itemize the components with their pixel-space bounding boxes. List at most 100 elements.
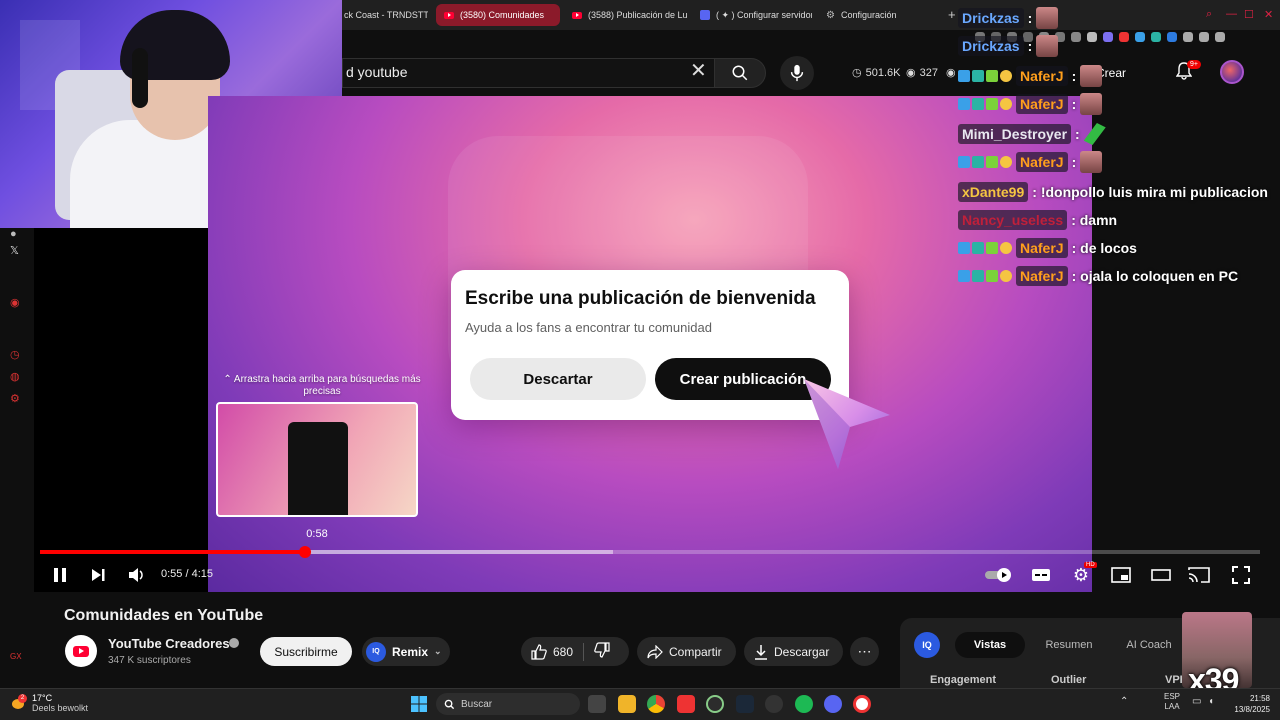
channel-avatar[interactable] [65, 635, 97, 667]
autoplay-toggle[interactable] [984, 564, 1014, 586]
record-icon[interactable]: ◉ [10, 296, 20, 309]
clear-search-icon[interactable]: ✕ [690, 61, 707, 81]
taskbar-search-label: Buscar [461, 698, 493, 710]
mute-button[interactable] [126, 564, 148, 586]
app-icon[interactable] [677, 695, 695, 713]
chat-username[interactable]: Nancy_useless [958, 210, 1068, 230]
remix-button[interactable]: IQ Remix ⌄ [362, 637, 450, 666]
chat-badges [958, 270, 1012, 282]
windows-taskbar [0, 688, 1280, 720]
cast-button[interactable] [1188, 564, 1210, 586]
download-button[interactable]: Descargar [744, 637, 843, 666]
fullscreen-button[interactable] [1230, 564, 1252, 586]
search-input[interactable]: d youtube [346, 64, 408, 80]
theater-mode-button[interactable] [1150, 564, 1172, 586]
voice-search-button[interactable] [780, 56, 814, 90]
chat-badge-icon [958, 70, 970, 82]
more-actions-button[interactable]: ⋯ [850, 637, 879, 666]
scrubber-handle[interactable] [299, 546, 311, 558]
tab-black-coast[interactable]: ck Coast - TRNDSTTR [336, 4, 428, 26]
chat-username[interactable]: NaferJ [1016, 152, 1068, 172]
search-button[interactable] [714, 58, 766, 88]
miniplayer-button[interactable] [1110, 564, 1132, 586]
dislike-button[interactable] [594, 642, 610, 661]
tab-publicacion[interactable]: (3588) Publicación de Lu [564, 4, 688, 26]
chat-badge-icon [972, 242, 984, 254]
clock-time: 21:58 [1249, 694, 1270, 703]
progress-bar[interactable] [40, 550, 1260, 554]
chat-message: NaferJ: [958, 64, 1103, 88]
eye-icon: ◉ [906, 67, 916, 79]
tray-chevron-icon[interactable]: ⌃ [1120, 697, 1128, 707]
chat-icon[interactable]: ◍ [10, 370, 20, 383]
video-title: Comunidades en YouTube [64, 607, 264, 624]
settings-icon[interactable]: ⚙ [10, 392, 20, 405]
chat-text: : [1027, 10, 1033, 26]
network-icon[interactable]: ▭ [1192, 697, 1201, 707]
tab-label: ( ✦ ) Configurar servidor [716, 9, 812, 20]
discord-icon[interactable] [824, 695, 842, 713]
steam-icon[interactable] [736, 695, 754, 713]
tab-comunidades[interactable]: (3580) Comunidades [436, 4, 560, 26]
channel-name[interactable]: YouTube Creadores [108, 636, 230, 651]
chrome-icon[interactable] [647, 695, 665, 713]
chat-badges [958, 242, 1012, 254]
chat-badge-icon [986, 270, 998, 282]
history-icon[interactable]: ◷ [10, 348, 20, 361]
chat-badges [958, 98, 1012, 110]
share-icon [647, 644, 663, 659]
tab-configuracion[interactable]: ⚙ Configuración [818, 4, 928, 26]
taskbar-search[interactable]: Buscar [436, 693, 580, 715]
chat-badges [958, 156, 1012, 168]
subtitles-button[interactable] [1030, 564, 1052, 586]
new-tab-icon[interactable]: + [948, 7, 956, 22]
tab-ai-coach[interactable]: AI Coach [1118, 632, 1180, 658]
tab-vistas[interactable]: Vistas [955, 632, 1025, 658]
weather-widget[interactable]: 2 17°C Deels bewolkt [12, 693, 88, 713]
chat-badge-icon [958, 156, 970, 168]
chat-username[interactable]: xDante99 [958, 182, 1029, 202]
subscribe-button[interactable]: Suscribirme [260, 637, 352, 666]
chat-username[interactable]: Drickzas [958, 36, 1024, 56]
chat-emote-image [1036, 35, 1059, 57]
progress-played [40, 550, 304, 554]
taskbar-clock[interactable]: 21:58 13/8/2025 [1222, 693, 1270, 715]
volume-tray-icon[interactable]: ◖ [1208, 697, 1214, 707]
next-button[interactable] [88, 564, 108, 586]
language-indicator[interactable]: ESP LAA [1160, 692, 1184, 712]
task-view-icon[interactable] [588, 695, 606, 713]
chat-username[interactable]: Mimi_Destroyer [958, 124, 1072, 144]
pause-button[interactable] [50, 564, 70, 586]
opera-icon[interactable] [853, 695, 871, 713]
chat-username[interactable]: NaferJ [1016, 266, 1068, 286]
chat-username[interactable]: NaferJ [1016, 238, 1068, 258]
spotify-icon[interactable] [795, 695, 813, 713]
file-explorer-icon[interactable] [618, 695, 636, 713]
divider [583, 642, 585, 661]
obs-icon[interactable] [765, 695, 783, 713]
discard-button[interactable]: Descartar [470, 358, 646, 400]
chat-emote-image [1036, 7, 1059, 29]
twitch-icon[interactable]: ● [10, 228, 17, 240]
xbox-icon[interactable] [706, 695, 724, 713]
x-icon[interactable]: 𝕏 [10, 244, 19, 257]
chat-username[interactable]: NaferJ [1016, 66, 1068, 86]
tab-label: (3588) Publicación de Lu [588, 10, 688, 20]
chat-username[interactable]: NaferJ [1016, 94, 1068, 114]
tab-configurar-servidor[interactable]: ( ✦ ) Configurar servidor [692, 4, 812, 26]
tab-resumen[interactable]: Resumen [1036, 632, 1102, 658]
chat-badge-icon [972, 270, 984, 282]
iq-logo: IQ [914, 632, 940, 658]
chat-badge-icon [972, 156, 984, 168]
windows-start-icon[interactable] [410, 695, 428, 713]
share-button[interactable]: Compartir [637, 637, 736, 666]
search-icon [732, 65, 748, 81]
time-display: 0:55 / 4:15 [161, 568, 213, 580]
chat-emote-image [1083, 123, 1106, 145]
discord-icon [700, 10, 710, 20]
settings-button[interactable]: ⚙ HD [1070, 562, 1097, 586]
chat-username[interactable]: Drickzas [958, 8, 1024, 28]
chat-message: Mimi_Destroyer: [958, 122, 1106, 146]
watching-value: 327 [919, 66, 938, 79]
like-button[interactable]: 680 [531, 643, 573, 660]
